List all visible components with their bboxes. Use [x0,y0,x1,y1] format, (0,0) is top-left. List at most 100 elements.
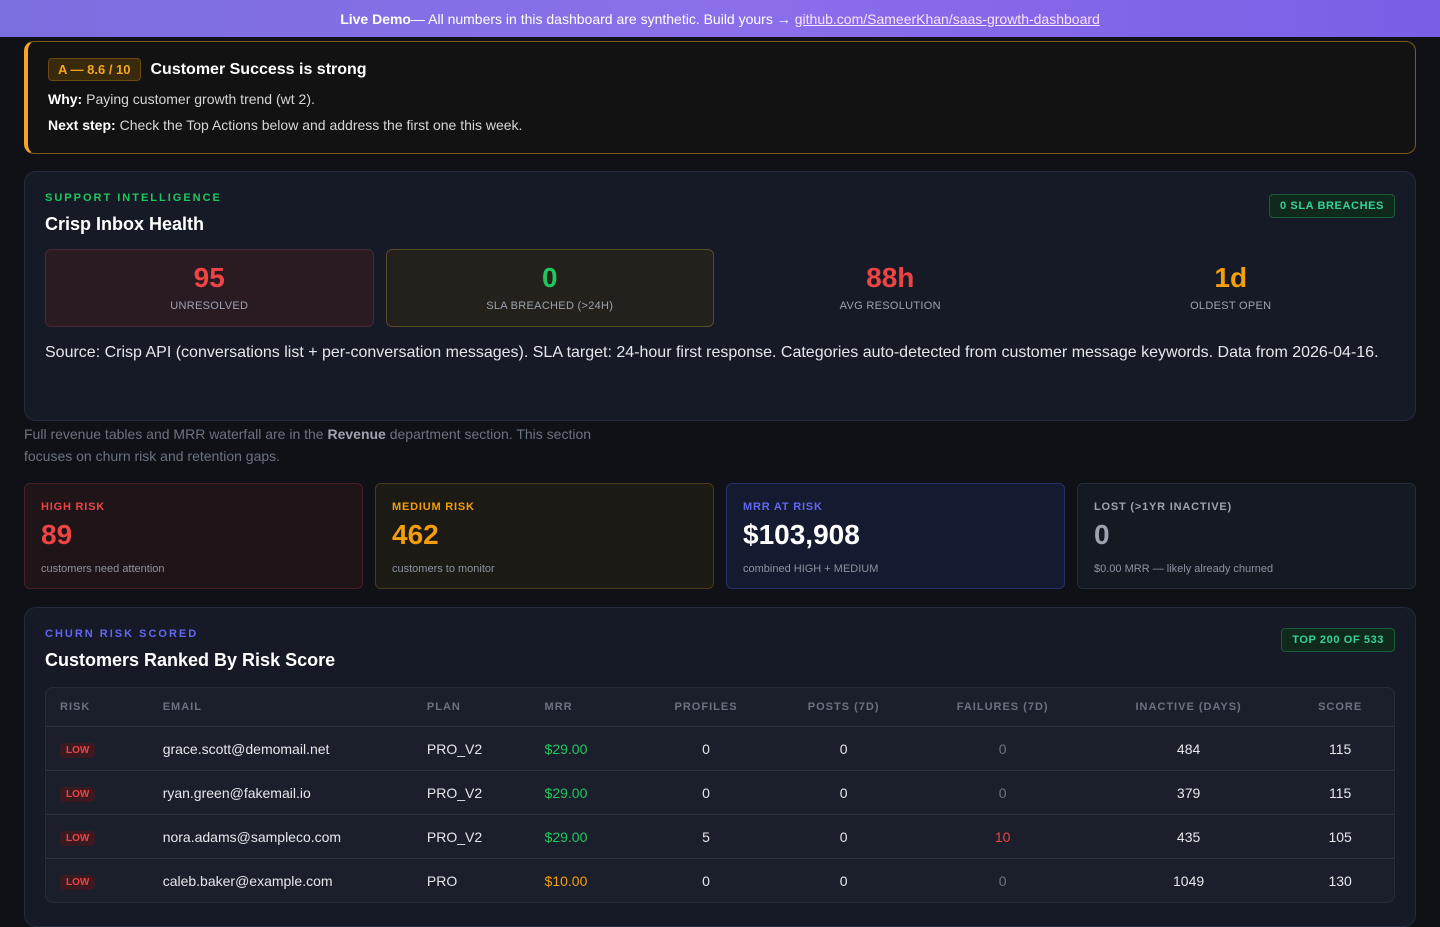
col-score[interactable]: SCORE [1286,701,1394,713]
note-bold: Revenue [327,426,386,442]
col-failures[interactable]: FAILURES (7D) [914,701,1090,713]
kpi-sub: $0.00 MRR — likely already churned [1094,563,1274,575]
cell-inactive: 484 [1176,740,1201,757]
churn-risk-card: CHURN RISK SCORED Customers Ranked By Ri… [24,607,1416,927]
cell-email: nora.adams@sampleco.com [162,828,342,845]
kpi-label: MEDIUM RISK [392,501,475,513]
cell-inactive: 379 [1176,784,1201,801]
repo-link[interactable]: github.com/SameerKhan/saas-growth-dashbo… [795,11,1100,27]
cell-score: 115 [1328,784,1352,801]
cell-mrr: $29.00 [544,828,588,845]
table-row[interactable]: LOW nora.adams@sampleco.com PRO_V2 $29.0… [46,814,1394,858]
cell-posts: 0 [839,740,848,757]
stat-unresolved: 95 UNRESOLVED [45,249,374,327]
cell-plan: PRO_V2 [426,784,483,801]
cell-score: 105 [1328,828,1352,845]
support-source-note: Source: Crisp API (conversations list + … [45,344,1379,361]
stat-sla-breached: 0 SLA BREACHED (>24H) [385,249,714,327]
kpi-lost: LOST (>1YR INACTIVE) 0 $0.00 MRR — likel… [1077,483,1416,589]
cell-plan: PRO_V2 [426,740,483,757]
demo-banner: Live Demo — All numbers in this dashboar… [0,0,1440,37]
kpi-value: $103,908 [743,519,860,550]
table-row[interactable]: LOW grace.scott@demomail.net PRO_V2 $29.… [46,726,1394,770]
col-email[interactable]: EMAIL [163,701,427,713]
stat-value: 1d [1214,262,1248,293]
stat-value: 95 [193,262,225,293]
stat-label: SLA BREACHED (>24H) [486,300,614,312]
kpi-high-risk: HIGH RISK 89 customers need attention [24,483,363,589]
churn-title: Customers Ranked By Risk Score [45,650,336,670]
support-title: Crisp Inbox Health [45,214,205,234]
cell-plan: PRO_V2 [426,828,483,845]
risk-badge: LOW [60,786,96,802]
stat-oldest-open: 1d OLDEST OPEN [1067,249,1396,327]
cell-posts: 0 [839,784,848,801]
table-row[interactable]: LOW caleb.baker@example.com PRO $10.00 0… [46,858,1394,902]
cell-profiles: 0 [702,784,710,801]
cell-failures: 0 [998,740,1007,757]
col-mrr[interactable]: MRR [545,701,640,713]
grade-badge: A — 8.6 / 10 [48,58,141,81]
col-plan[interactable]: PLAN [427,701,545,713]
cell-profiles: 5 [702,828,710,845]
cell-posts: 0 [839,828,848,845]
cell-email: ryan.green@fakemail.io [162,784,311,801]
cell-failures: 0 [998,784,1007,801]
next-step-label: Next step: [48,117,116,133]
stat-value: 0 [541,262,558,293]
churn-table: RISK EMAIL PLAN MRR PROFILES POSTS (7D) … [45,687,1395,903]
note-before: Full revenue tables and MRR waterfall ar… [24,426,328,442]
cell-inactive: 435 [1176,828,1201,845]
cell-score: 130 [1328,872,1352,889]
banner-strong: Live Demo [340,10,411,27]
verdict-card: A — 8.6 / 10 Customer Success is strong … [24,41,1416,154]
kpi-sub: customers need attention [41,563,165,575]
support-intelligence-card: SUPPORT INTELLIGENCE Crisp Inbox Health … [24,171,1416,421]
banner-text: — All numbers in this dashboard are synt… [411,10,791,27]
col-inactive[interactable]: INACTIVE (DAYS) [1091,701,1286,713]
kpi-value: 89 [41,519,73,550]
cell-inactive: 1049 [1173,872,1205,889]
cell-profiles: 0 [702,740,710,757]
stat-avg-resolution: 88h AVG RESOLUTION [726,249,1055,327]
cell-mrr: $29.00 [544,784,588,801]
kpi-medium-risk: MEDIUM RISK 462 customers to monitor [375,483,714,589]
kpi-sub: combined HIGH + MEDIUM [743,563,879,575]
cell-plan: PRO [426,872,458,889]
kpi-label: MRR AT RISK [743,501,823,513]
inbox-stats: 95 UNRESOLVED 0 SLA BREACHED (>24H) 88h … [45,249,1395,327]
page: A — 8.6 / 10 Customer Success is strong … [24,41,1416,927]
cell-mrr: $10.00 [544,872,588,889]
cell-email: caleb.baker@example.com [162,872,333,889]
cell-score: 115 [1328,740,1352,757]
cell-posts: 0 [839,872,848,889]
why-label: Why: [48,91,83,107]
stat-label: UNRESOLVED [170,300,249,312]
stat-value: 88h [866,262,915,293]
kpi-value: 462 [392,519,439,550]
stat-label: AVG RESOLUTION [839,300,941,312]
col-risk[interactable]: RISK [46,701,163,713]
verdict-why: Why: Paying customer growth trend (wt 2)… [48,91,1395,107]
table-header: RISK EMAIL PLAN MRR PROFILES POSTS (7D) … [46,688,1394,726]
col-posts[interactable]: POSTS (7D) [773,701,915,713]
risk-kpi-row: HIGH RISK 89 customers need attention ME… [24,483,1416,589]
verdict-next-step: Next step: Check the Top Actions below a… [48,117,1395,133]
kpi-label: LOST (>1YR INACTIVE) [1094,501,1232,513]
kpi-mrr-at-risk: MRR AT RISK $103,908 combined HIGH + MED… [726,483,1065,589]
risk-badge: LOW [60,742,96,758]
why-text: Paying customer growth trend (wt 2). [82,91,315,107]
next-step-text: Check the Top Actions below and address … [115,117,523,133]
stat-label: OLDEST OPEN [1190,300,1272,312]
table-row[interactable]: LOW ryan.green@fakemail.io PRO_V2 $29.00… [46,770,1394,814]
cell-email: grace.scott@demomail.net [162,740,330,757]
cell-mrr: $29.00 [544,740,588,757]
risk-badge: LOW [60,874,96,890]
top-count-badge: TOP 200 OF 533 [1281,628,1395,652]
churn-eyebrow: CHURN RISK SCORED [45,628,199,640]
col-profiles[interactable]: PROFILES [639,701,773,713]
cell-failures: 10 [994,828,1011,845]
kpi-value: 0 [1094,519,1110,550]
kpi-sub: customers to monitor [392,563,495,575]
revenue-note: Full revenue tables and MRR waterfall ar… [24,423,624,467]
